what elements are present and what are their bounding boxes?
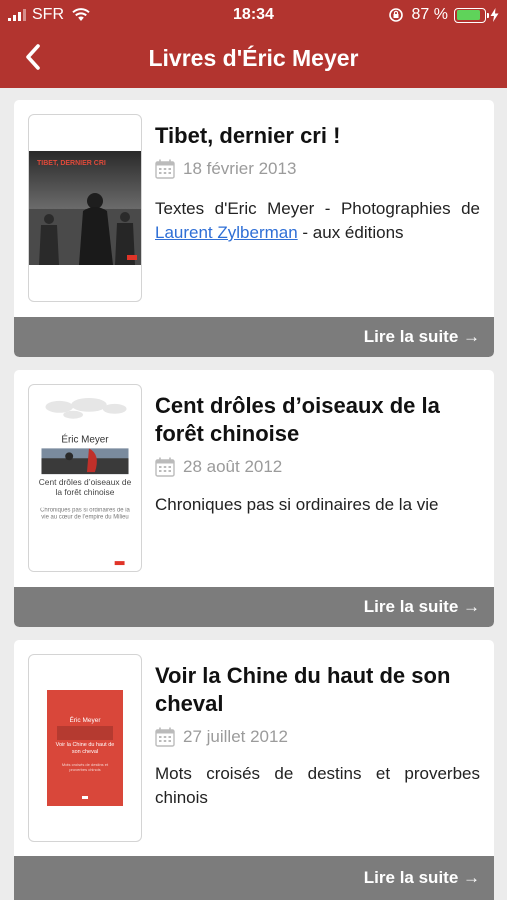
charging-icon (490, 8, 499, 22)
cover-image: Éric Meyer Cent drôles d’oiseaux de la f… (29, 393, 141, 571)
back-button[interactable] (16, 40, 50, 74)
read-more-label: Lire la suite → (363, 327, 480, 346)
excerpt-text-end: - aux éditions (297, 223, 404, 242)
calendar-icon (155, 457, 175, 477)
book-title[interactable]: Cent drôles d’oiseaux de la forêt chinoi… (155, 392, 485, 448)
book-card[interactable]: TIBET, DERNIER CRI Tibet, dernier cri ! … (14, 100, 494, 357)
photographer-link[interactable]: Laurent Zylberman (155, 223, 298, 242)
book-excerpt: Chroniques pas si ordinaires de la vie (155, 495, 439, 514)
chevron-left-icon (26, 44, 40, 70)
rotation-lock-icon (388, 8, 403, 22)
cover-subtitle: Mots croisés de destins et proverbes chi… (61, 762, 109, 772)
cover-author: Éric Meyer (61, 434, 109, 445)
cover-title: TIBET, DERNIER CRI (37, 160, 106, 167)
cover-title: Cent drôles d’oiseaux de la forêt chinoi… (38, 478, 132, 497)
cover-author: Éric Meyer (69, 715, 101, 724)
battery-level (456, 10, 480, 20)
read-more-button[interactable]: Lire la suite → (14, 856, 494, 900)
publication-date: 27 juillet 2012 (155, 727, 288, 747)
excerpt-text: Textes d'Eric Meyer - Photographies de (155, 199, 480, 218)
read-more-button[interactable]: Lire la suite → (14, 317, 494, 357)
date-text: 28 août 2012 (183, 457, 283, 476)
cover-subtitle: Chroniques pas si ordinaires de la vie a… (40, 507, 130, 521)
page-title: Livres d'Éric Meyer (148, 45, 359, 71)
book-excerpt: Mots croisés de destins et proverbes chi… (155, 764, 480, 807)
book-cover[interactable]: Éric Meyer Cent drôles d’oiseaux de la f… (28, 384, 142, 572)
book-cover[interactable]: TIBET, DERNIER CRI (28, 114, 142, 302)
book-title[interactable]: Tibet, dernier cri ! (155, 122, 485, 150)
publication-date: 18 février 2013 (155, 159, 296, 179)
read-more-label: Lire la suite → (363, 868, 480, 887)
cover-image: Éric Meyer Voir la Chine du haut de son … (47, 690, 123, 806)
nav-bar: Livres d'Éric Meyer (0, 30, 507, 88)
calendar-icon (155, 159, 175, 179)
read-more-label: Lire la suite → (363, 597, 480, 616)
publication-date: 28 août 2012 (155, 457, 282, 477)
read-more-button[interactable]: Lire la suite → (14, 587, 494, 627)
battery-icon (454, 7, 489, 23)
calendar-icon (155, 727, 175, 747)
book-card[interactable]: Éric Meyer Cent drôles d’oiseaux de la f… (14, 370, 494, 627)
cover-image: TIBET, DERNIER CRI (29, 151, 141, 265)
book-card[interactable]: Éric Meyer Voir la Chine du haut de son … (14, 640, 494, 900)
battery-percent: 87 % (411, 6, 448, 23)
book-cover[interactable]: Éric Meyer Voir la Chine du haut de son … (28, 654, 142, 842)
status-right: 87 % (388, 6, 499, 24)
status-bar: SFR 18:34 87 % (0, 0, 507, 30)
book-excerpt: Textes d'Eric Meyer - Photographies de L… (155, 197, 480, 245)
date-text: 27 juillet 2012 (183, 727, 288, 746)
book-title[interactable]: Voir la Chine du haut de son cheval (155, 662, 485, 718)
cover-title: Voir la Chine du haut de son cheval (55, 742, 115, 755)
date-text: 18 février 2013 (183, 159, 297, 178)
